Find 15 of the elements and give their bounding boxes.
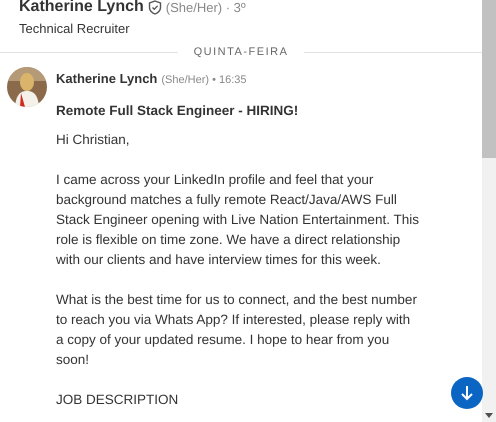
headline: Technical Recruiter (19, 21, 131, 36)
sender-name[interactable]: Katherine Lynch (56, 71, 158, 86)
day-divider-label: QUINTA-FEIRA (194, 46, 288, 58)
scroll-down-arrow-icon[interactable] (485, 413, 493, 418)
scroll-to-bottom-button[interactable] (451, 377, 483, 409)
scrollbar-thumb[interactable] (482, 0, 496, 158)
avatar[interactable] (7, 67, 47, 107)
message-paragraph: What is the best time for us to connect, and the best number to reach you via Whats App? If interested, please reply with a copy of your updated resume. I hope to hear from you soon! (56, 291, 418, 369)
message-paragraph: JOB DESCRIPTION (56, 391, 180, 409)
message-paragraph: Hi Christian, (56, 131, 131, 149)
arrow-down-icon (460, 385, 474, 401)
message-meta: (She/Her) • 16:35 (161, 74, 247, 86)
message-paragraph: I came across your LinkedIn profile and feel that your background matches a fully remote React/Java/AWS Full Stack Engineer opening with Live Nation Entertainment. This role is flexible on time zone. We have a direct relationship with our clients and have interview times for this week. (56, 171, 420, 269)
pronouns-degree: (She/Her) · 3º (166, 0, 246, 14)
message-subject: Remote Full Stack Engineer - HIRING! (56, 103, 300, 118)
